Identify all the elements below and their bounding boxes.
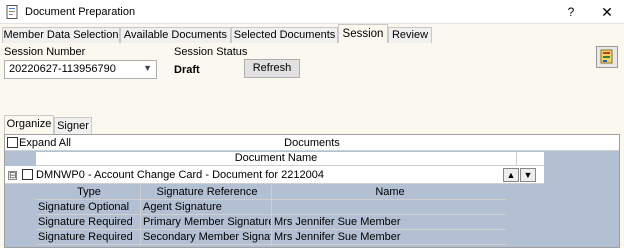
column-header-name[interactable]: Name xyxy=(272,185,506,200)
collapse-icon[interactable]: ⊟ xyxy=(8,171,17,180)
stamp-tool-button[interactable] xyxy=(596,46,618,68)
cell-name xyxy=(272,200,506,215)
column-header-spacer xyxy=(516,152,544,166)
window-title: Document Preparation xyxy=(25,6,136,18)
cell-signature-reference: Primary Member Signature xyxy=(143,215,272,230)
tab-available-documents[interactable]: Available Documents xyxy=(120,27,231,44)
documents-title: Documents xyxy=(284,137,340,149)
cell-name: Mrs Jennifer Sue Member xyxy=(274,231,401,243)
document-app-icon xyxy=(6,5,18,19)
session-number-label: Session Number xyxy=(4,46,86,58)
column-header-type[interactable]: Type xyxy=(36,185,141,200)
table-row[interactable]: Signature Optional Agent Signature xyxy=(36,200,506,215)
session-number-combo[interactable]: 20220627-113956790 ▼ xyxy=(4,60,157,79)
cell-signature-reference: Secondary Member Signatu... xyxy=(143,230,272,245)
table-row[interactable]: Signature Required Primary Member Signat… xyxy=(36,215,506,230)
session-number-value: 20220627-113956790 xyxy=(9,63,116,75)
column-header-signature-reference[interactable]: Signature Reference xyxy=(141,185,272,200)
cell-type: Signature Required xyxy=(36,215,141,230)
expand-all-checkbox[interactable] xyxy=(7,137,18,148)
tab-session[interactable]: Session xyxy=(338,24,388,44)
help-button[interactable]: ? xyxy=(562,3,580,21)
session-panel: Session Number 20220627-113956790 ▼ Sess… xyxy=(0,43,624,248)
signature-table-header: Type Signature Reference Name xyxy=(36,185,506,200)
cell-name: Mrs Jennifer Sue Member xyxy=(274,216,401,228)
cell-signature-reference: Agent Signature xyxy=(141,200,272,215)
title-bar: Document Preparation ? ✕ xyxy=(0,0,624,24)
tab-review[interactable]: Review xyxy=(388,27,432,44)
chevron-down-icon[interactable]: ▼ xyxy=(143,63,152,73)
tab-member-data-selection[interactable]: Member Data Selection xyxy=(2,27,120,44)
stamp-tool-icon xyxy=(600,49,613,64)
document-row-checkbox[interactable] xyxy=(22,169,33,180)
subtab-organize[interactable]: Organize xyxy=(4,115,54,135)
main-tabstrip: Member Data Selection Available Document… xyxy=(0,24,624,44)
move-down-icon[interactable]: ▼ xyxy=(520,168,536,182)
close-button[interactable]: ✕ xyxy=(598,3,616,21)
table-row[interactable]: Signature Required Secondary Member Sign… xyxy=(36,230,506,245)
cell-type: Signature Required xyxy=(36,230,141,245)
document-name-column-header[interactable]: Document Name xyxy=(36,152,516,166)
document-row[interactable]: ⊟ DMNWP0 - Account Change Card - Documen… xyxy=(5,166,544,184)
documents-grid: Documents Expand All Document Name ⊟ DMN… xyxy=(4,134,620,248)
subtab-signer[interactable]: Signer xyxy=(54,117,92,135)
move-up-icon[interactable]: ▲ xyxy=(503,168,519,182)
session-status-value: Draft xyxy=(174,64,200,76)
documents-header: Documents Expand All xyxy=(5,135,619,151)
session-status-label: Session Status xyxy=(174,46,248,58)
refresh-button[interactable]: Refresh xyxy=(244,59,300,78)
expand-all-label: Expand All xyxy=(19,137,71,149)
cell-type: Signature Optional xyxy=(36,200,141,215)
tab-selected-documents[interactable]: Selected Documents xyxy=(231,27,338,44)
document-name: DMNWP0 - Account Change Card - Document … xyxy=(36,169,324,181)
